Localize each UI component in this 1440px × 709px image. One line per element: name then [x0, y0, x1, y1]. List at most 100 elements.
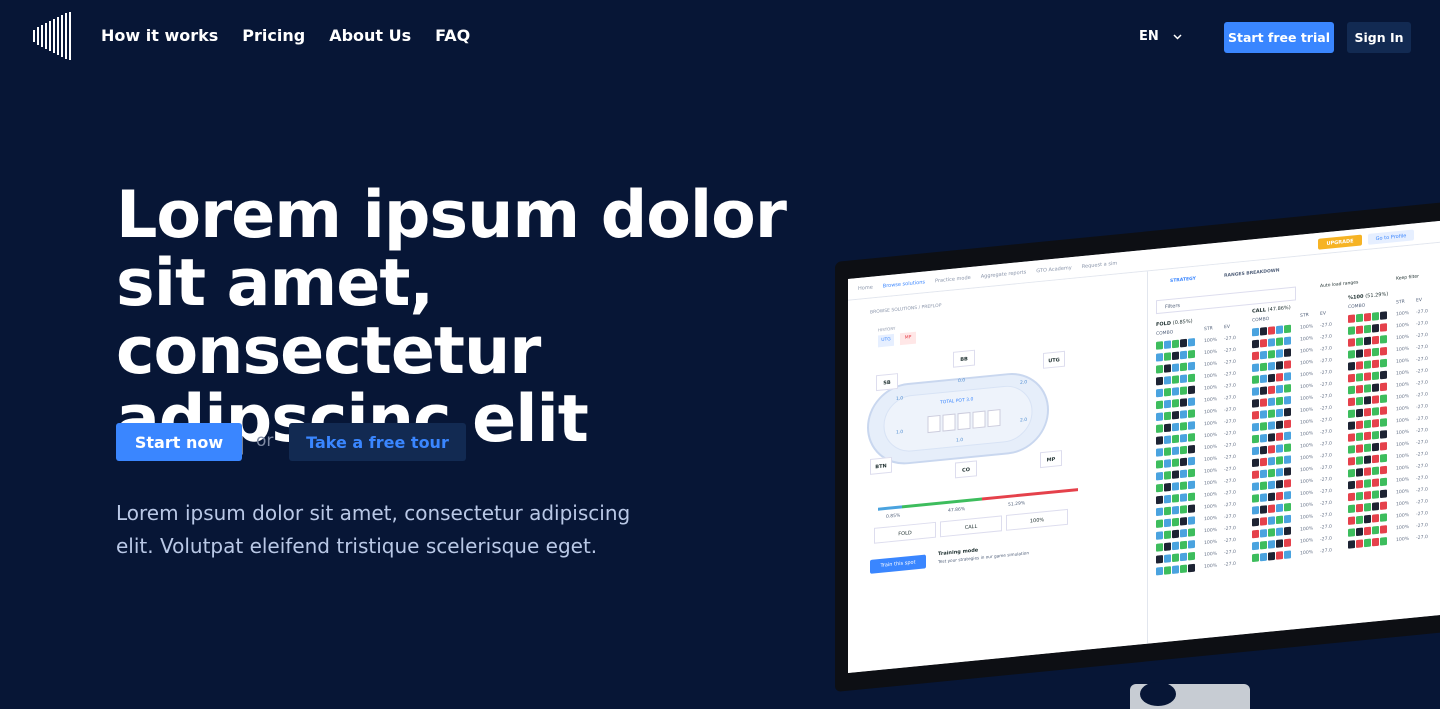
combo-card: [1156, 543, 1163, 552]
combo-card: [1284, 395, 1291, 405]
combo-card: [1188, 492, 1195, 502]
combo-card: [1284, 538, 1291, 548]
combo-card: [1188, 563, 1195, 573]
combo-card: [1276, 527, 1283, 537]
app-menu-item: Aggregate reports: [980, 269, 1027, 280]
combo-card: [1276, 420, 1283, 430]
combo-card: [1164, 340, 1171, 349]
str-value: 100%: [1300, 347, 1314, 354]
combo-card: [1260, 327, 1267, 336]
str-value: 100%: [1300, 323, 1314, 331]
ev-value: -27.0: [1320, 440, 1332, 448]
seat-utg: UTG: [1043, 350, 1065, 369]
combo-card: [1276, 396, 1283, 406]
action-pct: 51.29%: [1008, 501, 1026, 508]
combo-card: [1348, 314, 1355, 324]
combo-card: [1356, 456, 1363, 465]
language-selector[interactable]: EN: [1139, 29, 1182, 44]
combo-card: [1252, 494, 1259, 503]
str-value: 100%: [1396, 512, 1410, 519]
combo-card: [1268, 504, 1275, 514]
combo-card: [1188, 516, 1195, 525]
combo-card: [1364, 467, 1371, 476]
combo-card: [1276, 349, 1283, 358]
combo-card: [1252, 422, 1259, 432]
combo-card: [1348, 350, 1355, 359]
keep-filter-label: Keep filter: [1396, 274, 1420, 282]
combo-card: [1356, 539, 1363, 548]
ev-value: -27.0: [1224, 478, 1236, 485]
nav-how-it-works[interactable]: How it works: [101, 26, 218, 45]
combo-card: [1268, 349, 1275, 359]
start-free-trial-button[interactable]: Start free trial: [1224, 22, 1334, 53]
combo-card: [1252, 399, 1259, 408]
combo-card: [1252, 446, 1259, 456]
ev-value: -27.0: [1320, 535, 1332, 543]
ev-value: -27.0: [1224, 383, 1236, 390]
ev-value: -27.0: [1320, 322, 1332, 329]
combo-card: [1172, 517, 1179, 527]
combo-card: [1380, 311, 1387, 320]
combo-card: [1164, 376, 1171, 385]
ev-value: -27.0: [1320, 500, 1332, 507]
combo-card: [1156, 471, 1163, 481]
combo-card: [1284, 360, 1291, 369]
str-value: 100%: [1300, 478, 1314, 485]
combo-card: [1260, 350, 1267, 360]
combo-card: [1284, 443, 1291, 453]
combo-card: [1164, 423, 1171, 433]
combo-card: [1164, 554, 1171, 563]
str-value: 100%: [1396, 405, 1410, 412]
nav-pricing[interactable]: Pricing: [242, 26, 305, 45]
ev-value: -27.0: [1416, 463, 1428, 470]
logo-icon[interactable]: [32, 12, 72, 60]
combo-card: [1172, 399, 1179, 408]
combo-card: [1188, 385, 1195, 395]
str-value: 100%: [1204, 408, 1218, 415]
combo-card: [1156, 412, 1163, 422]
combo-card: [1172, 387, 1179, 396]
combo-card: [1268, 551, 1275, 561]
seat-bb: BB: [953, 349, 975, 368]
combo-card: [1364, 324, 1371, 334]
sign-in-button[interactable]: Sign In: [1347, 22, 1411, 53]
combo-card: [1284, 419, 1291, 429]
combo-card: [1276, 444, 1283, 453]
combo-card: [1180, 505, 1187, 514]
combo-card: [1356, 361, 1363, 370]
raise-action: 100%: [1006, 508, 1068, 531]
combo-card: [1372, 525, 1379, 535]
combo-card: [1276, 503, 1283, 513]
combo-card: [1380, 430, 1387, 439]
nav-faq[interactable]: FAQ: [435, 26, 470, 45]
combo-card: [1284, 479, 1291, 488]
combo-card: [1260, 398, 1267, 407]
str-value: 100%: [1300, 383, 1314, 390]
str-value: 100%: [1396, 453, 1410, 460]
combo-card: [1364, 312, 1371, 322]
ev-value: -27.0: [1320, 417, 1332, 424]
combo-card: [1372, 442, 1379, 452]
str-value: 100%: [1396, 334, 1410, 341]
combo-card: [1364, 538, 1371, 548]
combo-card: [1156, 400, 1163, 410]
str-value: 100%: [1300, 395, 1314, 402]
ev-value: -27.0: [1224, 335, 1236, 342]
nav-about-us[interactable]: About Us: [329, 26, 411, 45]
ev-value: -27.0: [1224, 430, 1236, 437]
start-now-button[interactable]: Start now: [116, 423, 242, 461]
combo-card: [1380, 501, 1387, 510]
combo-card: [1268, 409, 1275, 418]
free-tour-button[interactable]: Take a free tour: [289, 423, 466, 461]
fold-rows: 100% -27.0 100% -27.0 100% -27.0 100% -27.0 100%…: [1156, 331, 1248, 578]
combo-card: [1156, 519, 1163, 528]
combo-card: [1172, 339, 1179, 349]
combo-card: [1284, 384, 1291, 393]
combo-card: [1380, 513, 1387, 522]
seat-co: CO: [955, 460, 977, 479]
combo-card: [1172, 375, 1179, 384]
combo-card: [1268, 492, 1275, 502]
combo-card: [1364, 431, 1371, 441]
tab-strategy: STRATEGY: [1170, 276, 1196, 285]
combo-card: [1268, 468, 1275, 478]
